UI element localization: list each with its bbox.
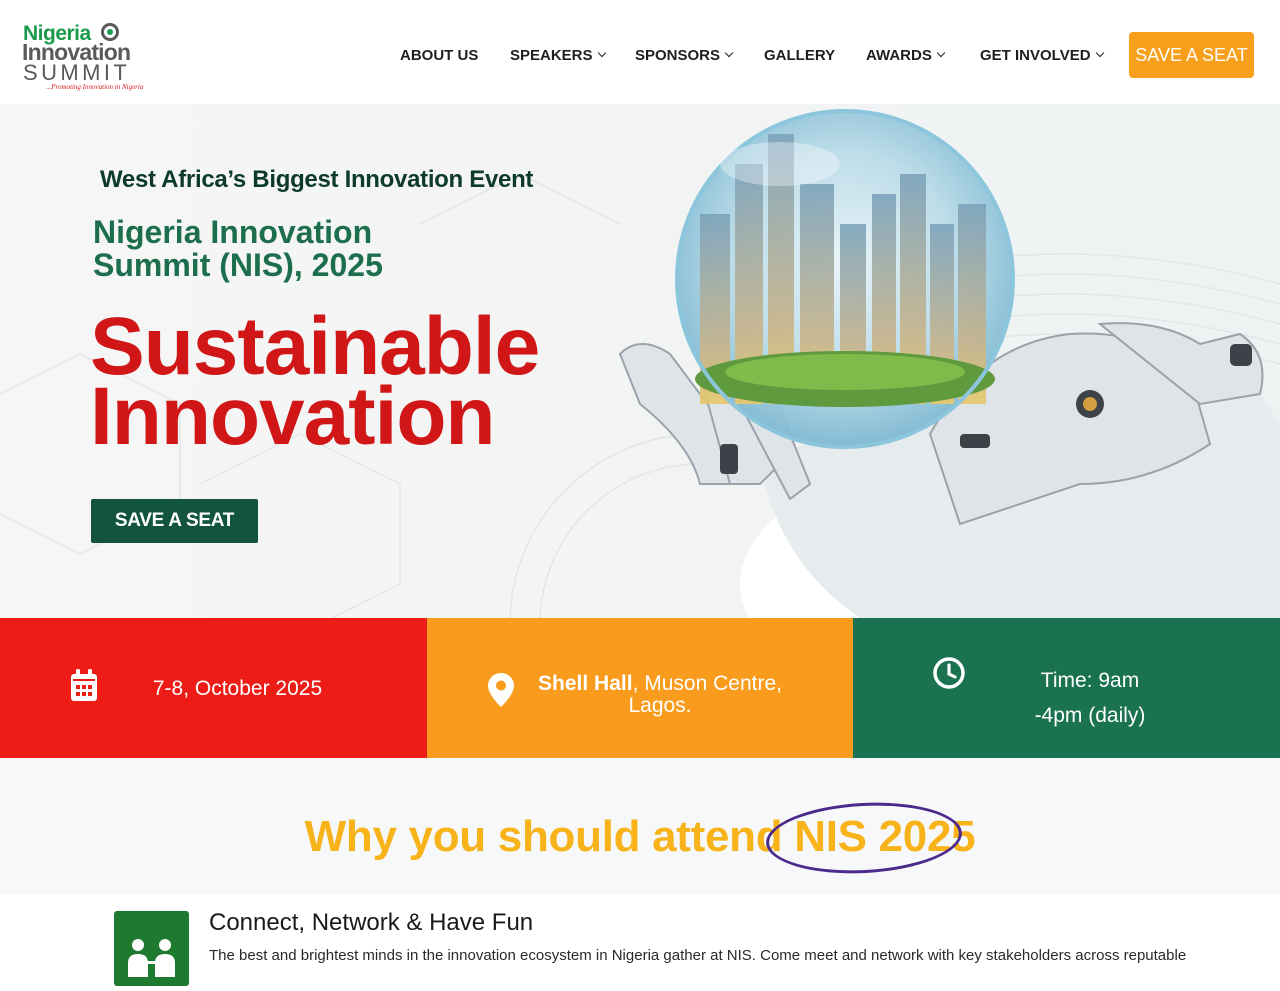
feature-item: Connect, Network & Have Fun The best and…	[0, 894, 1280, 986]
nav-sponsors[interactable]: SPONSORS	[635, 44, 734, 66]
nav-speakers[interactable]: SPEAKERS	[510, 44, 606, 66]
nav-label: ABOUT US	[400, 46, 479, 64]
why-attend-title: Why you should attend NIS 2025	[0, 812, 1280, 862]
event-time: Time: 9am -4pm (daily)	[990, 663, 1190, 733]
network-people-icon	[114, 911, 189, 986]
nav-label: SPEAKERS	[510, 46, 593, 64]
chevron-down-icon	[1095, 48, 1104, 58]
why-title-prefix: Why you should attend	[304, 812, 795, 861]
venue-panel: Shell Hall, Muson Centre, Lagos.	[427, 618, 853, 758]
nav-awards[interactable]: AWARDS	[866, 44, 946, 66]
hero-tagline: West Africa’s Biggest Innovation Event	[100, 166, 534, 193]
nav-label: SPONSORS	[635, 46, 721, 64]
nav-about-us[interactable]: ABOUT US	[400, 44, 478, 66]
site-header: Nigeria Innovation SUMMIT ...Promoting I…	[0, 0, 1280, 104]
event-venue: Shell Hall, Muson Centre, Lagos.	[525, 673, 795, 717]
chevron-down-icon	[724, 48, 734, 58]
nav-label: AWARDS	[866, 46, 932, 64]
summit-theme: Sustainable Innovation	[90, 306, 650, 462]
clock-icon	[933, 657, 965, 689]
logo-tagline: ...Promoting Innovation in Nigeria	[46, 83, 144, 91]
time-line-2: -4pm (daily)	[1034, 704, 1146, 727]
venue-city: Lagos.	[628, 694, 692, 717]
calendar-icon	[71, 669, 97, 701]
event-date: 7-8, October 2025	[152, 677, 323, 700]
time-panel: Time: 9am -4pm (daily)	[853, 618, 1280, 758]
why-attend-section: Why you should attend NIS 2025	[0, 758, 1280, 894]
nav-label: GET INVOLVED	[980, 46, 1091, 64]
theme-line-2: Innovation	[90, 371, 496, 462]
site-logo[interactable]: Nigeria Innovation SUMMIT ...Promoting I…	[22, 22, 146, 92]
chevron-down-icon	[597, 48, 606, 58]
venue-centre: , Muson Centre,	[632, 672, 782, 695]
nav-gallery[interactable]: GALLERY	[764, 44, 835, 66]
feature-title: Connect, Network & Have Fun	[209, 909, 534, 936]
nav-get-involved[interactable]: GET INVOLVED	[980, 44, 1104, 66]
venue-hall: Shell Hall	[538, 672, 633, 695]
save-a-seat-header-button[interactable]: SAVE A SEAT	[1129, 32, 1254, 78]
date-panel: 7-8, October 2025	[0, 618, 427, 758]
nav-label: GALLERY	[764, 46, 836, 64]
chevron-down-icon	[936, 48, 946, 58]
save-a-seat-hero-button[interactable]: SAVE A SEAT	[91, 499, 258, 543]
hero-banner: West Africa’s Biggest Innovation Event N…	[0, 104, 1280, 618]
location-pin-icon	[488, 673, 514, 707]
event-name: Nigeria Innovation Summit (NIS), 2025	[93, 214, 383, 283]
time-line-1: Time: 9am	[1040, 669, 1140, 692]
feature-description: The best and brightest minds in the inno…	[209, 947, 1187, 964]
highlight-circle	[764, 797, 964, 879]
